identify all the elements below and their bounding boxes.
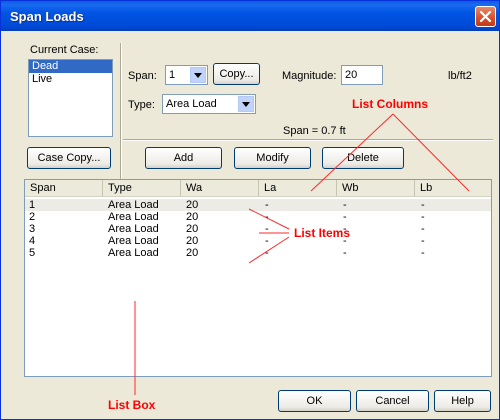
list-columns-pointer-right bbox=[392, 113, 470, 192]
annotation-list-columns: List Columns bbox=[352, 97, 429, 111]
annotation-list-box: List Box bbox=[108, 398, 156, 412]
annotation-overlay bbox=[134, 113, 470, 395]
annotation-list-items: List Items bbox=[294, 226, 351, 240]
list-columns-pointer-left bbox=[310, 113, 394, 192]
list-items-pointer-top bbox=[248, 208, 290, 230]
list-items-pointer-bottom bbox=[248, 236, 290, 264]
span-loads-dialog: Span Loads Current Case: Dead Live Span:… bbox=[0, 0, 500, 420]
